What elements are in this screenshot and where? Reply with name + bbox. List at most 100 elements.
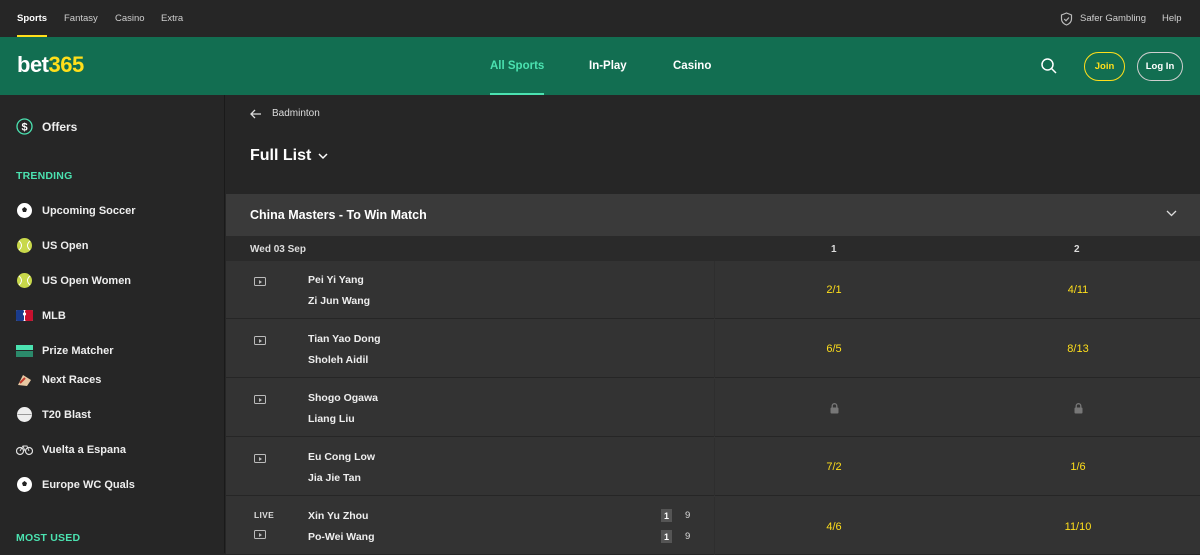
day-header: Wed 03 Sep 1 2 xyxy=(226,237,1200,261)
sidebar-item-label: MLB xyxy=(42,309,66,322)
sidebar-item-mlb[interactable]: MLB xyxy=(16,307,66,324)
match-row: Tian Yao Dong Sholeh Aidil 6/5 8/13 xyxy=(226,320,1200,378)
sidebar-item-us-open-women[interactable]: US Open Women xyxy=(16,272,131,289)
player-2[interactable]: Sholeh Aidil xyxy=(308,354,368,366)
main-top-area xyxy=(226,95,1200,194)
trending-heading: TRENDING xyxy=(16,170,73,182)
player-2[interactable]: Liang Liu xyxy=(308,413,355,425)
horse-racing-icon xyxy=(16,371,33,388)
odds-button-2[interactable]: 8/13 xyxy=(1038,343,1118,355)
chevron-down-icon[interactable] xyxy=(1166,210,1177,217)
safer-gambling-label: Safer Gambling xyxy=(1080,13,1147,24)
view-selector-dropdown[interactable]: Full List xyxy=(250,147,328,165)
top-bar: Sports Fantasy Casino Extra Safer Gambli… xyxy=(0,0,1200,37)
tv-icon xyxy=(254,336,266,345)
svg-text:$: $ xyxy=(21,122,27,134)
view-selector-label: Full List xyxy=(250,147,312,164)
points-score-2: 9 xyxy=(685,531,691,542)
topbar-sports-link[interactable]: Sports xyxy=(17,0,48,37)
odds-button-2[interactable]: 4/11 xyxy=(1038,284,1118,296)
match-row-live: LIVE Xin Yu Zhou Po-Wei Wang 1 1 9 9 4/6… xyxy=(226,497,1200,555)
logo-number: 365 xyxy=(48,52,85,77)
soccer-ball-icon xyxy=(16,476,33,493)
set-score-2: 1 xyxy=(661,530,672,543)
odds-button-2[interactable]: 11/10 xyxy=(1038,521,1118,533)
chevron-down-icon xyxy=(318,152,328,159)
odds-button-1[interactable]: 6/5 xyxy=(794,343,874,355)
sidebar-item-europe-wc-quals[interactable]: Europe WC Quals xyxy=(16,476,135,493)
shield-check-icon xyxy=(1060,11,1073,26)
lock-icon xyxy=(1074,403,1083,414)
breadcrumb-label: Badminton xyxy=(272,108,320,119)
sidebar-item-label: Prize Matcher xyxy=(42,344,114,357)
competition-header[interactable]: China Masters - To Win Match xyxy=(226,194,1200,237)
points-score-1: 9 xyxy=(685,510,691,521)
match-row: Shogo Ogawa Liang Liu xyxy=(226,379,1200,437)
breadcrumb[interactable]: Badminton xyxy=(250,108,320,119)
mlb-logo-icon xyxy=(16,307,33,324)
sidebar-item-offers[interactable]: $ Offers xyxy=(16,118,77,135)
main-content: Badminton Full List China Masters - To W… xyxy=(226,95,1200,555)
odds-button-2[interactable]: 1/6 xyxy=(1038,461,1118,473)
login-button[interactable]: Log In xyxy=(1137,52,1183,81)
player-1[interactable]: Pei Yi Yang xyxy=(308,274,364,286)
logo-text: bet xyxy=(17,52,49,77)
sidebar-item-label: Europe WC Quals xyxy=(42,478,135,491)
sidebar-item-label: T20 Blast xyxy=(42,408,91,421)
odds-button-1[interactable]: 2/1 xyxy=(794,284,874,296)
safer-gambling-link[interactable]: Safer Gambling xyxy=(1060,0,1146,37)
odds-button-1[interactable]: 4/6 xyxy=(794,521,874,533)
live-badge: LIVE xyxy=(254,510,275,520)
topbar-fantasy-link[interactable]: Fantasy xyxy=(64,0,98,37)
odds-button-1[interactable]: 7/2 xyxy=(794,461,874,473)
player-1[interactable]: Tian Yao Dong xyxy=(308,333,381,345)
tv-icon xyxy=(254,530,266,539)
match-row: Pei Yi Yang Zi Jun Wang 2/1 4/11 xyxy=(226,261,1200,319)
match-row: Eu Cong Low Jia Jie Tan 7/2 1/6 xyxy=(226,438,1200,496)
sidebar-item-label: US Open xyxy=(42,239,89,252)
player-1[interactable]: Shogo Ogawa xyxy=(308,392,378,404)
search-icon[interactable] xyxy=(1040,57,1058,75)
sidebar: $ Offers TRENDING Upcoming Soccer US Ope… xyxy=(0,95,225,553)
sidebar-item-label: Offers xyxy=(42,119,78,134)
player-2[interactable]: Po-Wei Wang xyxy=(308,531,375,543)
tennis-ball-icon xyxy=(16,237,33,254)
prize-matcher-icon xyxy=(16,342,33,359)
dollar-circle-icon: $ xyxy=(16,118,33,135)
sidebar-item-vuelta-a-espana[interactable]: Vuelta a Espana xyxy=(16,441,126,458)
sidebar-item-us-open[interactable]: US Open xyxy=(16,237,88,254)
column-header-1: 1 xyxy=(831,244,837,255)
player-2[interactable]: Zi Jun Wang xyxy=(308,295,370,307)
column-header-2: 2 xyxy=(1074,244,1080,255)
set-score-1: 1 xyxy=(661,509,672,522)
nav-all-sports[interactable]: All Sports xyxy=(490,37,545,95)
sidebar-item-prize-matcher[interactable]: Prize Matcher xyxy=(16,342,114,359)
soccer-ball-icon xyxy=(16,202,33,219)
nav-in-play[interactable]: In-Play xyxy=(589,37,627,95)
tv-icon xyxy=(254,395,266,404)
player-1[interactable]: Eu Cong Low xyxy=(308,451,375,463)
tennis-ball-icon xyxy=(16,272,33,289)
sidebar-item-next-races[interactable]: Next Races xyxy=(16,371,101,388)
lock-icon xyxy=(830,403,839,414)
competition-title: China Masters - To Win Match xyxy=(250,208,427,222)
main-header: bet365 All Sports In-Play Casino Join Lo… xyxy=(0,37,1200,95)
sidebar-item-label: Upcoming Soccer xyxy=(42,204,136,217)
tv-icon xyxy=(254,277,266,286)
sidebar-item-label: Next Races xyxy=(42,373,102,386)
sidebar-item-upcoming-soccer[interactable]: Upcoming Soccer xyxy=(16,202,136,219)
cricket-ball-icon xyxy=(16,406,33,423)
bet365-logo[interactable]: bet365 xyxy=(17,52,84,78)
topbar-casino-link[interactable]: Casino xyxy=(115,0,145,37)
player-1[interactable]: Xin Yu Zhou xyxy=(308,510,368,522)
join-button[interactable]: Join xyxy=(1084,52,1125,81)
sidebar-item-t20-blast[interactable]: T20 Blast xyxy=(16,406,91,423)
arrow-left-icon xyxy=(250,109,261,118)
topbar-extra-link[interactable]: Extra xyxy=(161,0,183,37)
player-2[interactable]: Jia Jie Tan xyxy=(308,472,361,484)
sidebar-item-label: US Open Women xyxy=(42,274,132,287)
most-used-heading: MOST USED xyxy=(16,532,81,544)
bicycle-icon xyxy=(16,441,33,458)
nav-casino[interactable]: Casino xyxy=(673,37,711,95)
help-link[interactable]: Help xyxy=(1162,0,1182,37)
